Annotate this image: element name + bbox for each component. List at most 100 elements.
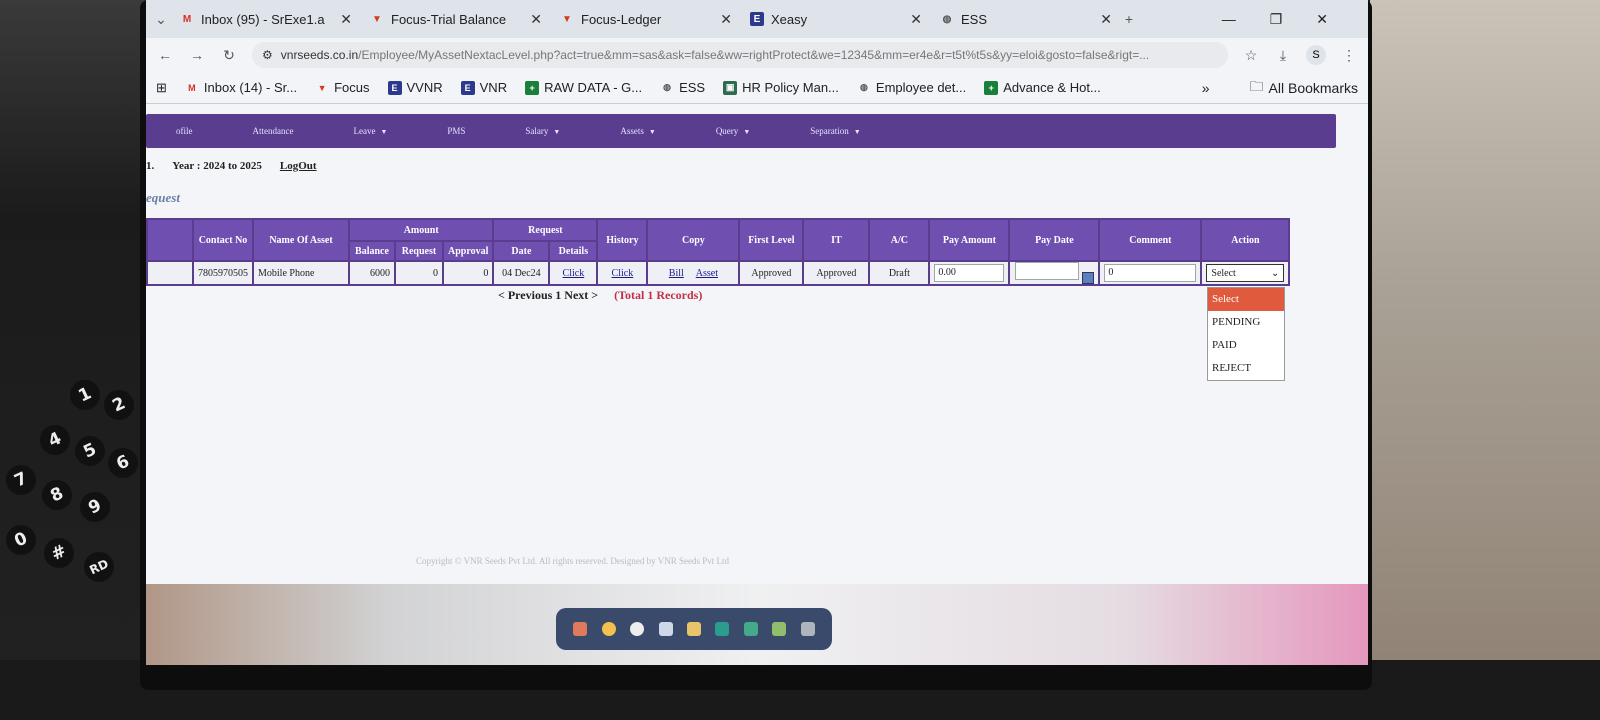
pay-date-input[interactable] [1015, 262, 1080, 281]
apps-grid-icon[interactable]: ⊞ [156, 80, 167, 96]
browser-tab[interactable]: ▼ Focus-Ledger ✕ [550, 4, 740, 34]
bill-link[interactable]: Bill [669, 268, 684, 279]
bookmark-label: VNR [479, 80, 508, 95]
menu-item-assets[interactable]: Assets ▼ [590, 126, 685, 136]
asset-request-table: Contact No Name Of Asset Amount Request … [146, 218, 1291, 286]
pay-amount-input[interactable]: 0.00 [934, 264, 1005, 282]
table-header-copy: Copy [648, 220, 739, 260]
hr-icon: ▣ [723, 80, 738, 95]
dropdown-option[interactable]: PENDING [1208, 311, 1284, 334]
browser-tab[interactable]: M Inbox (95) - SrExe1.a ✕ [170, 4, 360, 34]
dropdown-option[interactable]: REJECT [1208, 357, 1284, 380]
bookmark-item[interactable]: E VVNR [387, 80, 443, 95]
cell-asset-name: Mobile Phone [254, 262, 348, 284]
bookmark-star-icon[interactable]: ☆ [1242, 47, 1260, 64]
year-label: Year : 2024 to 2025 [172, 160, 262, 172]
reload-icon[interactable]: ↻ [220, 47, 238, 64]
close-window-icon[interactable]: ✕ [1316, 11, 1328, 28]
action-select[interactable]: Select ⌄ [1206, 264, 1285, 282]
browser-tab[interactable]: E Xeasy ✕ [740, 4, 930, 34]
menu-item-salary[interactable]: Salary ▼ [495, 126, 590, 136]
close-icon[interactable]: ✕ [340, 11, 352, 28]
pager-nav[interactable]: < Previous 1 Next > [498, 288, 598, 303]
bookmark-item[interactable]: ◍ Employee det... [857, 80, 966, 95]
keypad-key: RD [79, 547, 119, 587]
close-icon[interactable]: ✕ [910, 11, 922, 28]
menu-label: Leave [353, 126, 376, 136]
minimize-icon[interactable]: — [1222, 11, 1236, 28]
bookmark-item[interactable]: ▼ Focus [315, 80, 370, 95]
table-header-request-group: Request [494, 220, 597, 240]
bookmark-label: RAW DATA - G... [544, 80, 643, 95]
notes-icon[interactable] [686, 622, 701, 636]
sheets-icon: + [525, 80, 540, 95]
bookmark-item[interactable]: ▣ HR Policy Man... [723, 80, 839, 95]
restore-icon[interactable]: ❐ [1270, 11, 1283, 28]
table-header-comment: Comment [1100, 220, 1201, 260]
menu-dots-icon[interactable]: ⋮ [1340, 47, 1358, 64]
sheets-icon: + [984, 80, 999, 95]
details-link[interactable]: Click [563, 268, 585, 279]
profile-avatar[interactable]: S [1306, 45, 1326, 65]
caret-down-icon: ▼ [853, 128, 861, 136]
sheets-app-icon[interactable] [743, 622, 758, 636]
close-icon[interactable]: ✕ [530, 11, 542, 28]
bookmark-item[interactable]: + RAW DATA - G... [525, 80, 642, 95]
menu-item-leave[interactable]: Leave ▼ [323, 126, 417, 136]
back-icon[interactable]: ← [156, 47, 174, 63]
calendar-icon[interactable] [1081, 271, 1094, 284]
keypad-key: 8 [37, 475, 77, 515]
download-icon[interactable]: ⤓ [1274, 47, 1292, 64]
menu-label: PMS [447, 126, 466, 136]
circle-app-icon[interactable] [630, 622, 645, 636]
bookmark-item[interactable]: E VNR [460, 80, 508, 95]
bookmark-item[interactable]: + Advance & Hot... [984, 80, 1101, 95]
tab-bar: ⌄ M Inbox (95) - SrExe1.a ✕ ▼ Focus-Tria… [146, 0, 1368, 38]
forward-icon[interactable]: → [188, 47, 206, 63]
cell-pay-amount: 0.00 [930, 262, 1009, 284]
menu-item-profile[interactable]: ofile [146, 126, 223, 136]
table-header-request: Request [396, 242, 442, 260]
bookmark-item[interactable]: ◍ ESS [660, 80, 705, 95]
globe-icon: ◍ [859, 82, 868, 92]
chrome-icon[interactable] [601, 622, 616, 636]
all-bookmarks-button[interactable]: 🗀 All Bookmarks [1250, 76, 1358, 100]
menu-item-query[interactable]: Query ▼ [686, 126, 780, 136]
comment-input[interactable]: 0 [1104, 264, 1197, 282]
docs-icon[interactable] [772, 622, 787, 636]
app-icon[interactable] [573, 622, 588, 636]
menu-item-pms[interactable]: PMS [417, 126, 495, 136]
menu-item-attendance[interactable]: Attendance [223, 126, 324, 136]
cell-balance: 6000 [350, 262, 394, 284]
bookmark-item[interactable]: M Inbox (14) - Sr... [185, 80, 297, 95]
browser-tab[interactable]: ▼ Focus-Trial Balance ✕ [360, 4, 550, 34]
url-field[interactable]: ⚙ vnrseeds.co.in /Employee/MyAssetNextac… [252, 42, 1228, 68]
all-bookmarks-label: All Bookmarks [1268, 79, 1358, 96]
tab-title: Focus-Trial Balance [391, 11, 507, 27]
window-controls: — ❐ ✕ [1222, 11, 1368, 28]
logout-link[interactable]: LogOut [280, 160, 317, 172]
close-icon[interactable]: ✕ [1100, 11, 1112, 28]
sheets-app-icon[interactable] [715, 622, 730, 636]
tab-search-icon[interactable]: ⌄ [152, 11, 170, 28]
cell-pay-date [1010, 262, 1099, 284]
xeasy-icon: E [750, 12, 764, 26]
menu-item-separation[interactable]: Separation ▼ [780, 126, 890, 136]
dropdown-option[interactable]: PAID [1208, 334, 1284, 357]
new-tab-icon[interactable]: + [1120, 11, 1138, 27]
site-info-icon[interactable]: ⚙ [262, 48, 273, 62]
files-icon[interactable] [658, 622, 673, 636]
focus-icon: ▼ [372, 13, 382, 25]
history-link[interactable]: Click [612, 268, 634, 279]
dropdown-option[interactable]: Select [1208, 288, 1284, 311]
chevron-right-icon[interactable]: » [1202, 80, 1210, 96]
asset-link[interactable]: Asset [696, 268, 718, 279]
browser-tab[interactable]: ◍ ESS ✕ [930, 4, 1120, 34]
menu-label: Query [715, 126, 739, 136]
cell-action: Select ⌄ [1202, 262, 1289, 284]
menu-label: Assets [620, 126, 644, 136]
caret-down-icon: ▼ [648, 128, 656, 136]
close-icon[interactable]: ✕ [720, 11, 732, 28]
launcher-grid-icon[interactable] [800, 622, 815, 636]
cell-approval: 0 [444, 262, 493, 284]
